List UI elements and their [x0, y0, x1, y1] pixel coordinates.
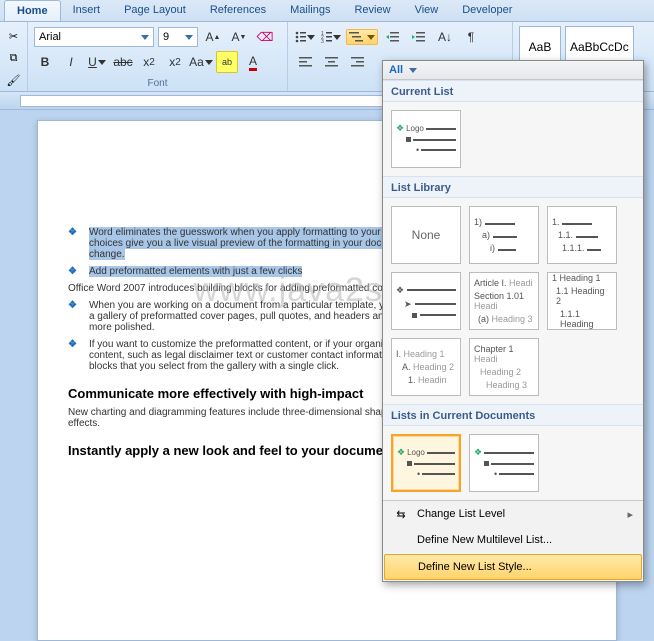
bullets-button[interactable] [294, 26, 316, 48]
cut-icon[interactable]: ✂ [6, 28, 22, 44]
chevron-down-icon [185, 35, 193, 40]
doc-text: effects. [68, 418, 100, 429]
tab-review[interactable]: Review [342, 0, 402, 21]
align-left-button[interactable] [294, 51, 316, 73]
bullet-marker: ❖ [68, 227, 77, 260]
sort-button[interactable]: A↓ [434, 26, 456, 48]
list-thumb[interactable]: I. Heading 1 A. Heading 2 1. Headin [391, 338, 461, 396]
list-thumb[interactable]: Chapter 1 Headi Heading 2 Heading 3 [469, 338, 539, 396]
bullet-marker: ❖ [396, 123, 404, 134]
list-thumb[interactable]: Article I. Headi Section 1.01 Headi (a) … [469, 272, 539, 330]
subscript-button[interactable]: x2 [138, 51, 160, 73]
indent-icon: ⇆ [393, 506, 409, 522]
menu-define-list-style[interactable]: Define New List Style... [384, 554, 642, 580]
tab-mailings[interactable]: Mailings [278, 0, 342, 21]
numbering-button[interactable]: 123 [320, 26, 342, 48]
align-right-button[interactable] [346, 51, 368, 73]
tab-home[interactable]: Home [4, 0, 61, 21]
copy-icon[interactable]: ⧉ [6, 50, 22, 66]
clipboard-group: ✂ ⧉ 🖌 [0, 22, 28, 91]
section-current-list: Current List [383, 80, 643, 102]
grow-font-button[interactable]: A▲ [202, 26, 224, 48]
multilevel-list-button[interactable] [346, 29, 378, 45]
superscript-button[interactable]: x2 [164, 51, 186, 73]
font-color-button[interactable]: A [242, 51, 264, 73]
panel-footer: ⇆ Change List Level ▸ Define New Multile… [383, 500, 643, 580]
list-thumb[interactable]: 1) a) i) [469, 206, 539, 264]
multilevel-list-dropdown: All Current List ❖Logo • List Library No… [382, 60, 644, 582]
align-center-button[interactable] [320, 51, 342, 73]
tab-insert[interactable]: Insert [61, 0, 113, 21]
bullet-marker: ❖ [68, 266, 77, 277]
show-marks-button[interactable]: ¶ [460, 26, 482, 48]
font-family-value: Arial [39, 31, 61, 43]
section-lists-in-docs: Lists in Current Documents [383, 404, 643, 426]
doc-text: Add preformatted elements with just a fe… [89, 266, 302, 277]
bullet-marker: ❖ [68, 300, 77, 333]
list-style-icon [394, 559, 410, 575]
list-thumb-current[interactable]: ❖Logo • [391, 110, 461, 168]
list-thumb[interactable]: ❖ • [469, 434, 539, 492]
tab-references[interactable]: References [198, 0, 278, 21]
font-size-value: 9 [163, 31, 169, 43]
increase-indent-button[interactable] [408, 26, 430, 48]
format-painter-icon[interactable]: 🖌 [6, 72, 22, 88]
filter-all-link[interactable]: All [389, 64, 403, 76]
change-case-button[interactable]: Aa [190, 51, 212, 73]
panel-header[interactable]: All [383, 61, 643, 80]
doc-text: change. [89, 249, 125, 260]
strike-button[interactable]: abc [112, 51, 134, 73]
highlight-button[interactable]: ab [216, 51, 238, 73]
list-icon [393, 532, 409, 548]
decrease-indent-button[interactable] [382, 26, 404, 48]
chevron-down-icon [141, 35, 149, 40]
bullet-marker: ❖ [474, 447, 482, 458]
bold-button[interactable]: B [34, 51, 56, 73]
bullet-marker: ❖ [396, 285, 404, 296]
list-thumb[interactable]: ❖ ➤ [391, 272, 461, 330]
clear-format-button[interactable]: ⌫ [254, 26, 276, 48]
italic-button[interactable]: I [60, 51, 82, 73]
doc-text: more polished. [89, 322, 155, 333]
bullet-marker: ❖ [68, 339, 77, 372]
font-size-combo[interactable]: 9 [158, 27, 198, 47]
svg-text:3: 3 [321, 39, 324, 43]
menu-define-multilevel[interactable]: Define New Multilevel List... [383, 527, 643, 553]
list-thumb[interactable]: 1. 1.1. 1.1.1. [547, 206, 617, 264]
bullet-marker: ❖ [397, 447, 405, 458]
list-thumb-selected[interactable]: ❖Logo • [391, 434, 461, 492]
tab-view[interactable]: View [403, 0, 451, 21]
tab-page-layout[interactable]: Page Layout [112, 0, 198, 21]
underline-button[interactable]: U [86, 51, 108, 73]
font-group-label: Font [34, 78, 281, 91]
chevron-down-icon [409, 68, 417, 73]
tab-developer[interactable]: Developer [450, 0, 524, 21]
font-group: Arial 9 A▲ A▼ ⌫ B I U abc x2 x2 Aa ab A … [28, 22, 288, 91]
shrink-font-button[interactable]: A▼ [228, 26, 250, 48]
ribbon-tabs: Home Insert Page Layout References Maili… [0, 0, 654, 22]
section-list-library: List Library [383, 176, 643, 198]
menu-change-list-level[interactable]: ⇆ Change List Level ▸ [383, 501, 643, 527]
font-family-combo[interactable]: Arial [34, 27, 154, 47]
list-thumb-none[interactable]: None [391, 206, 461, 264]
chevron-right-icon: ▸ [627, 508, 633, 521]
list-thumb[interactable]: 1 Heading 1 1.1 Heading 2 1.1.1 Heading [547, 272, 617, 330]
doc-text: blocks that you select from the gallery … [89, 361, 339, 372]
